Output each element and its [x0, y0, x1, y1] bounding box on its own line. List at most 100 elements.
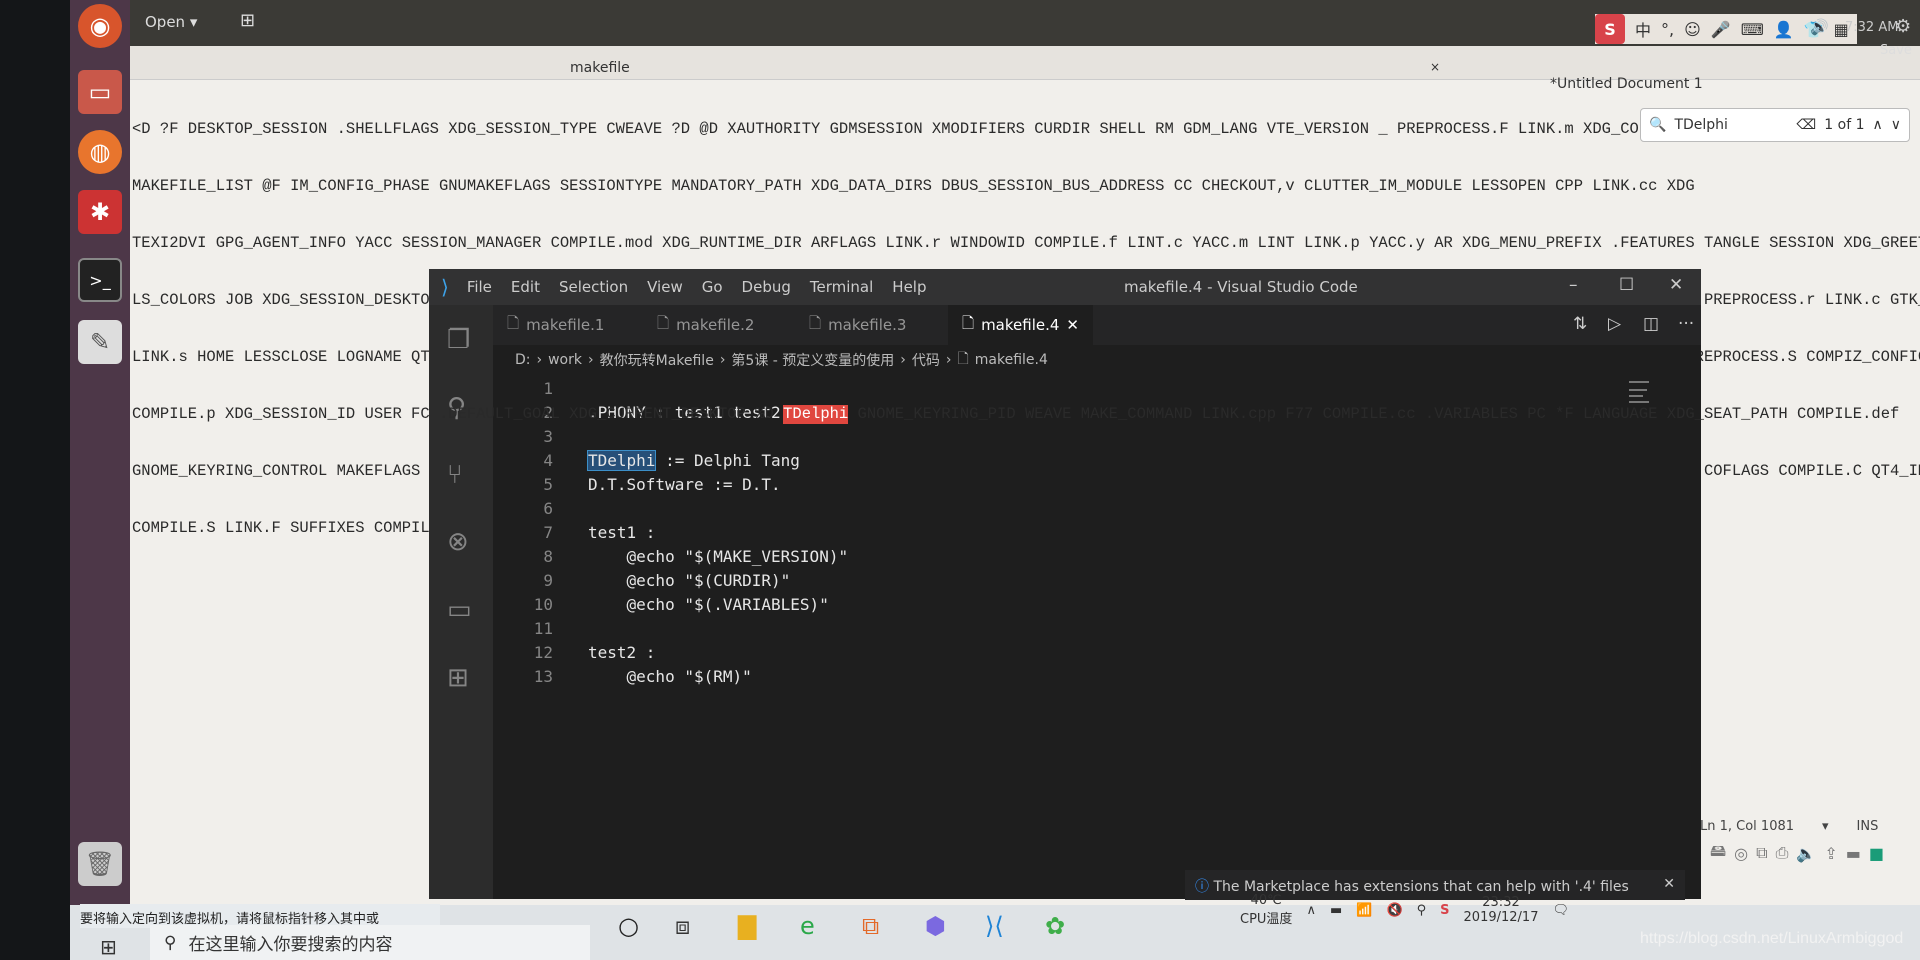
gear-icon[interactable]: ⚙: [1895, 16, 1911, 37]
save-button[interactable]: Save: [1880, 43, 1912, 58]
sogou-tray-icon[interactable]: S: [1440, 903, 1449, 918]
chevron-down-icon[interactable]: ▾: [1822, 819, 1829, 834]
source-control-icon[interactable]: ⑂: [447, 460, 463, 490]
open-menu-button[interactable]: Open ▾: [145, 13, 197, 31]
printer-icon[interactable]: ⎙: [1776, 843, 1789, 863]
ubuntu-logo-icon[interactable]: ◉: [78, 4, 122, 48]
breadcrumb-item[interactable]: work: [548, 352, 582, 368]
show-hidden-icons[interactable]: ∧: [1306, 903, 1316, 918]
breadcrumb-item[interactable]: 教你玩转Makefile: [600, 350, 714, 370]
info-icon: ⓘ: [1195, 879, 1209, 895]
maximize-button[interactable]: ☐: [1619, 275, 1634, 295]
extensions-icon[interactable]: ⊞: [447, 663, 469, 693]
search-input[interactable]: TDelphi: [1674, 117, 1788, 133]
code-text: test2 :: [588, 643, 656, 662]
menu-edit[interactable]: Edit: [511, 278, 540, 296]
app-green-icon[interactable]: ✿: [1045, 912, 1065, 940]
cortana-icon[interactable]: ○: [618, 912, 639, 940]
app-icon[interactable]: ⬢: [925, 912, 946, 940]
vm-status-icon[interactable]: ■: [1869, 844, 1884, 863]
files-icon[interactable]: ▭: [78, 70, 122, 114]
code-line: 7 test1 :: [493, 521, 1701, 545]
previous-match-button[interactable]: ∧: [1873, 117, 1883, 133]
volume-muted-icon[interactable]: 🔇: [1386, 903, 1402, 918]
settings-icon[interactable]: ✱: [78, 190, 122, 234]
tab-makefile-4[interactable]: 🗋 makefile.4 ✕: [948, 305, 1093, 345]
vscode-taskbar-icon[interactable]: ⟩⟨: [985, 912, 1004, 940]
windows-start-icon[interactable]: ⊞: [100, 935, 117, 959]
battery-icon[interactable]: ▬: [1330, 903, 1342, 918]
taskbar-search[interactable]: ⚲ 在这里输入你要搜索的内容: [150, 925, 590, 960]
menu-selection[interactable]: Selection: [559, 278, 628, 296]
clear-search-icon[interactable]: ⌫: [1796, 117, 1816, 133]
tab-makefile-1[interactable]: 🗋 makefile.1: [493, 305, 618, 345]
code-line: 4 TDelphi := Delphi Tang: [493, 449, 1701, 473]
sogou-logo-icon[interactable]: S: [1595, 14, 1625, 44]
code-line: 11: [493, 617, 1701, 641]
display-icon[interactable]: ▬: [1846, 844, 1861, 863]
ime-emoji-icon[interactable]: ☺: [1684, 20, 1701, 39]
usb-icon[interactable]: ⇪: [1824, 844, 1837, 863]
close-button[interactable]: ✕: [1669, 275, 1683, 295]
tab-makefile[interactable]: makefile: [570, 60, 630, 76]
sound-icon[interactable]: 🔈: [1796, 844, 1816, 863]
terminal-icon[interactable]: >_: [78, 258, 122, 302]
code-line: 12 test2 :: [493, 641, 1701, 665]
task-view-icon[interactable]: ⧈: [675, 912, 690, 940]
ime-user-icon[interactable]: 👤: [1774, 20, 1794, 39]
minimize-button[interactable]: –: [1569, 275, 1578, 295]
disk-icon[interactable]: 🖴: [1710, 840, 1726, 867]
menu-debug[interactable]: Debug: [742, 278, 791, 296]
cursor-position[interactable]: Ln 1, Col 1081: [1700, 819, 1794, 834]
new-tab-icon[interactable]: ⊞: [240, 10, 255, 31]
run-icon[interactable]: ▷: [1608, 314, 1621, 334]
code-line: 1: [493, 377, 1701, 401]
firefox-icon[interactable]: ◍: [78, 130, 122, 174]
ie-browser-icon[interactable]: e: [800, 912, 815, 940]
vscode-window: ⟩ File Edit Selection View Go Debug Term…: [429, 269, 1701, 899]
debug-icon[interactable]: ⊗: [447, 527, 469, 557]
network-icon[interactable]: ⧉: [1756, 843, 1767, 863]
cd-icon[interactable]: ◎: [1734, 844, 1748, 863]
file-explorer-icon[interactable]: ▇: [738, 912, 756, 940]
next-match-button[interactable]: ∨: [1891, 117, 1901, 133]
open-changes-icon[interactable]: ⇅: [1573, 314, 1587, 334]
wifi-icon[interactable]: 📶: [1356, 903, 1372, 918]
line-number: 3: [543, 427, 553, 446]
menu-terminal[interactable]: Terminal: [810, 278, 873, 296]
ime-punctuation-icon[interactable]: °,: [1661, 20, 1674, 39]
ime-chinese-icon[interactable]: 中: [1635, 17, 1651, 41]
cpu-temperature[interactable]: 40℃ CPU温度: [1240, 893, 1292, 927]
close-notification-icon[interactable]: ✕: [1663, 876, 1675, 892]
trash-icon[interactable]: 🗑: [78, 842, 122, 886]
match-count: 1 of 1: [1824, 117, 1865, 133]
code-text: test1 :: [588, 523, 656, 542]
breadcrumb-item[interactable]: makefile.4: [975, 352, 1048, 368]
more-actions-icon[interactable]: ···: [1678, 314, 1694, 334]
menu-view[interactable]: View: [647, 278, 683, 296]
menu-help[interactable]: Help: [892, 278, 926, 296]
tray-app-icon[interactable]: ⚲: [1417, 903, 1427, 918]
text-editor-icon[interactable]: ✎: [78, 320, 122, 364]
close-tab-icon[interactable]: ×: [1430, 60, 1440, 74]
action-center-icon[interactable]: 🗨: [1552, 903, 1569, 918]
ime-keyboard-icon[interactable]: ⌨: [1741, 20, 1764, 39]
split-editor-icon[interactable]: ◫: [1643, 314, 1659, 334]
cpu-temp-label: CPU温度: [1240, 912, 1293, 927]
vmware-icon[interactable]: ⧉: [862, 912, 879, 940]
tab-makefile-3[interactable]: 🗋 makefile.3: [795, 305, 920, 345]
breadcrumb-item[interactable]: 第5课 - 预定义变量的使用: [731, 350, 894, 370]
menu-go[interactable]: Go: [702, 278, 723, 296]
explorer-icon[interactable]: ❐: [447, 325, 470, 355]
breadcrumb-item[interactable]: D:: [515, 352, 531, 368]
tab-label: makefile.2: [676, 316, 755, 334]
close-tab-icon[interactable]: ✕: [1066, 316, 1079, 334]
tab-makefile-2[interactable]: 🗋 makefile.2: [643, 305, 768, 345]
ime-voice-icon[interactable]: 🎤: [1711, 20, 1731, 39]
clock[interactable]: 7:32 AM: [1845, 20, 1898, 35]
menu-file[interactable]: File: [467, 278, 492, 296]
taskbar-clock[interactable]: 23:32 2019/12/17: [1464, 895, 1539, 925]
remote-explorer-icon[interactable]: ▭: [447, 595, 472, 625]
breadcrumb-item[interactable]: 代码: [912, 350, 940, 370]
volume-icon[interactable]: 🔊: [1810, 18, 1829, 36]
